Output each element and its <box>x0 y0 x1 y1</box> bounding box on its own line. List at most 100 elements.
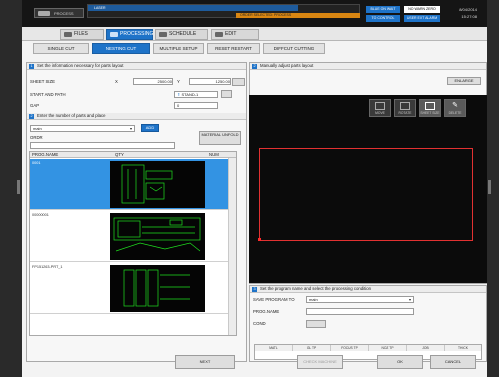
list-item[interactable]: 00000001 <box>30 211 229 262</box>
tab-diffcut-cutting[interactable]: DIFFCUT CUTTING <box>263 43 325 54</box>
section3-title: Set the program name and select the proc… <box>260 286 372 291</box>
parts-list-scrollbar[interactable] <box>228 158 236 335</box>
step-view-badge: 2 <box>252 64 257 69</box>
rotate-tool-button[interactable]: ROTATE <box>394 99 416 117</box>
sheet-size-button[interactable] <box>232 78 245 86</box>
warn-zero-button[interactable]: NO WARN ZERO <box>404 6 440 13</box>
move-icon <box>375 102 385 110</box>
tab-edit-label: EDIT <box>225 31 237 37</box>
rotate-tool-label: ROTATE <box>398 111 412 115</box>
tab-edit[interactable]: EDIT <box>211 29 259 40</box>
y-label: Y <box>177 79 180 84</box>
right-bezel <box>487 0 499 377</box>
part-preview <box>110 265 205 312</box>
order-input[interactable] <box>30 142 175 149</box>
tab-processing[interactable]: PROCESSING <box>106 29 153 40</box>
time-display: 15:27:08 <box>461 14 477 19</box>
step-1-badge: 1 <box>29 64 34 69</box>
gap-label: GAP <box>30 103 40 108</box>
part-name: FP151263-PRT_1 <box>32 265 63 269</box>
enlarge-button[interactable]: ENLARGE <box>447 77 481 85</box>
step-2-badge: 2 <box>29 114 34 119</box>
user-alarm-button[interactable]: USER EXT ALARM <box>404 15 440 22</box>
tab-files[interactable]: FILES <box>60 29 104 40</box>
part-preview <box>110 213 205 260</box>
cond-select-button[interactable] <box>306 320 326 328</box>
tab-reset-restart[interactable]: RESET RESTART <box>207 43 260 54</box>
save-program-label: SAVE PROGRAM TO <box>253 297 295 302</box>
col-matl: MATL <box>255 345 293 351</box>
right-scroll-handle[interactable] <box>488 180 491 194</box>
cancel-button[interactable]: CANCEL <box>430 355 476 369</box>
move-tool-button[interactable]: MOVE <box>369 99 391 117</box>
status-bottom-text: ORDER SELECTED: PROCESS <box>240 13 292 17</box>
blue-on-wait-button[interactable]: BLUE ON WAIT <box>366 6 400 13</box>
prog-name-input[interactable] <box>306 308 414 315</box>
origin-marker <box>258 238 261 241</box>
save-program-dropdown[interactable]: main ▾ <box>306 296 414 303</box>
program-settings-panel: 3 Set the program name and select the pr… <box>249 285 487 362</box>
screen: PROCESS LASER ORDER SELECTED: PROCESS BL… <box>0 0 499 377</box>
sheet-icon <box>425 102 435 110</box>
gear-icon <box>110 32 118 37</box>
nesting-canvas[interactable]: MOVE ROTATE SHEET SIZE ✎ DELETE <box>249 95 487 283</box>
ok-button[interactable]: OK <box>377 355 423 369</box>
step-3-badge: 3 <box>252 287 257 292</box>
delete-tool-button[interactable]: ✎ DELETE <box>444 99 466 117</box>
material-unfold-button[interactable]: MATERIAL UNFOLD <box>199 131 241 145</box>
col-num: NUM <box>209 152 219 157</box>
view-header: 2 Manually adjust parts layout <box>250 63 486 70</box>
mode-label: PROCESS <box>54 11 74 16</box>
left-scroll-handle[interactable] <box>17 180 20 194</box>
gap-input[interactable]: 0 <box>174 102 218 109</box>
tab-nesting-cut[interactable]: NESTING CUT <box>92 43 150 54</box>
machine-status-panel: LASER ORDER SELECTED: PROCESS <box>87 4 360 18</box>
section1-header: 1 Set the information necessary for part… <box>27 63 246 70</box>
sheet-y-input[interactable]: 1250.00 <box>189 78 231 85</box>
schedule-icon <box>159 32 167 37</box>
col-qty: QTY <box>115 152 124 157</box>
tab-processing-label: PROCESSING <box>120 31 154 37</box>
view-title: Manually adjust parts layout <box>260 63 314 68</box>
parts-list[interactable]: PROG.NAME QTY NUM 0001 00000001 FP151263… <box>29 151 237 336</box>
sheet-size-tool-label: SHEET SIZE <box>420 111 440 115</box>
section3-header: 3 Set the program name and select the pr… <box>250 286 486 293</box>
next-button[interactable]: NEXT <box>175 355 235 369</box>
start-path-select[interactable]: ⇑ STAND-1 <box>174 91 218 98</box>
status-top-text: LASER <box>94 6 106 10</box>
part-preview <box>110 161 205 208</box>
save-program-value: main <box>309 297 318 302</box>
delete-tool-label: DELETE <box>448 111 462 115</box>
layout-settings-panel: 1 Set the information necessary for part… <box>26 62 247 362</box>
prog-name-label: PROG.NAME <box>253 309 280 314</box>
col-noz-tp: NOZ TP <box>369 345 407 351</box>
x-label: X <box>115 79 118 84</box>
pencil-icon <box>215 32 223 37</box>
cond-label: COND <box>253 321 266 326</box>
list-item[interactable]: FP151263-PRT_1 <box>30 263 229 314</box>
order-label: ORDR <box>30 135 43 140</box>
add-button[interactable]: ADD <box>141 124 159 132</box>
list-item[interactable]: 0001 <box>30 159 229 210</box>
part-name: 0001 <box>32 161 41 165</box>
main-tab-bar: FILES PROCESSING SCHEDULE EDIT <box>22 27 487 41</box>
col-focus-tp: FOCUS TP <box>331 345 369 351</box>
status-indicator-blue <box>88 5 298 11</box>
to-control-button[interactable]: TO CONTROL <box>366 15 400 22</box>
start-path-value: STAND-1 <box>181 92 199 97</box>
section1-title: Set the information necessary for parts … <box>37 63 124 68</box>
parts-folder-dropdown[interactable]: main ▾ <box>30 125 135 132</box>
application-window: FILES PROCESSING SCHEDULE EDIT SINGLE CU… <box>22 27 487 377</box>
section2-title: Enter the number of parts and place <box>37 113 106 118</box>
sheet-size-tool-button[interactable]: SHEET SIZE <box>419 99 441 117</box>
sheet-x-input[interactable]: 2500.00 <box>133 78 173 85</box>
tab-single-cut[interactable]: SINGLE CUT <box>33 43 89 54</box>
check-machine-button[interactable]: CHECK MACHINE <box>297 355 343 369</box>
col-gl-tp: GL TP <box>293 345 331 351</box>
tab-multiple-setup[interactable]: MULTIPLE SETUP <box>153 43 204 54</box>
move-tool-label: MOVE <box>375 111 385 115</box>
mode-switch[interactable]: PROCESS <box>34 8 84 18</box>
start-path-button[interactable] <box>221 90 232 98</box>
col-job: JOB <box>407 345 445 351</box>
tab-schedule[interactable]: SCHEDULE <box>155 29 208 40</box>
